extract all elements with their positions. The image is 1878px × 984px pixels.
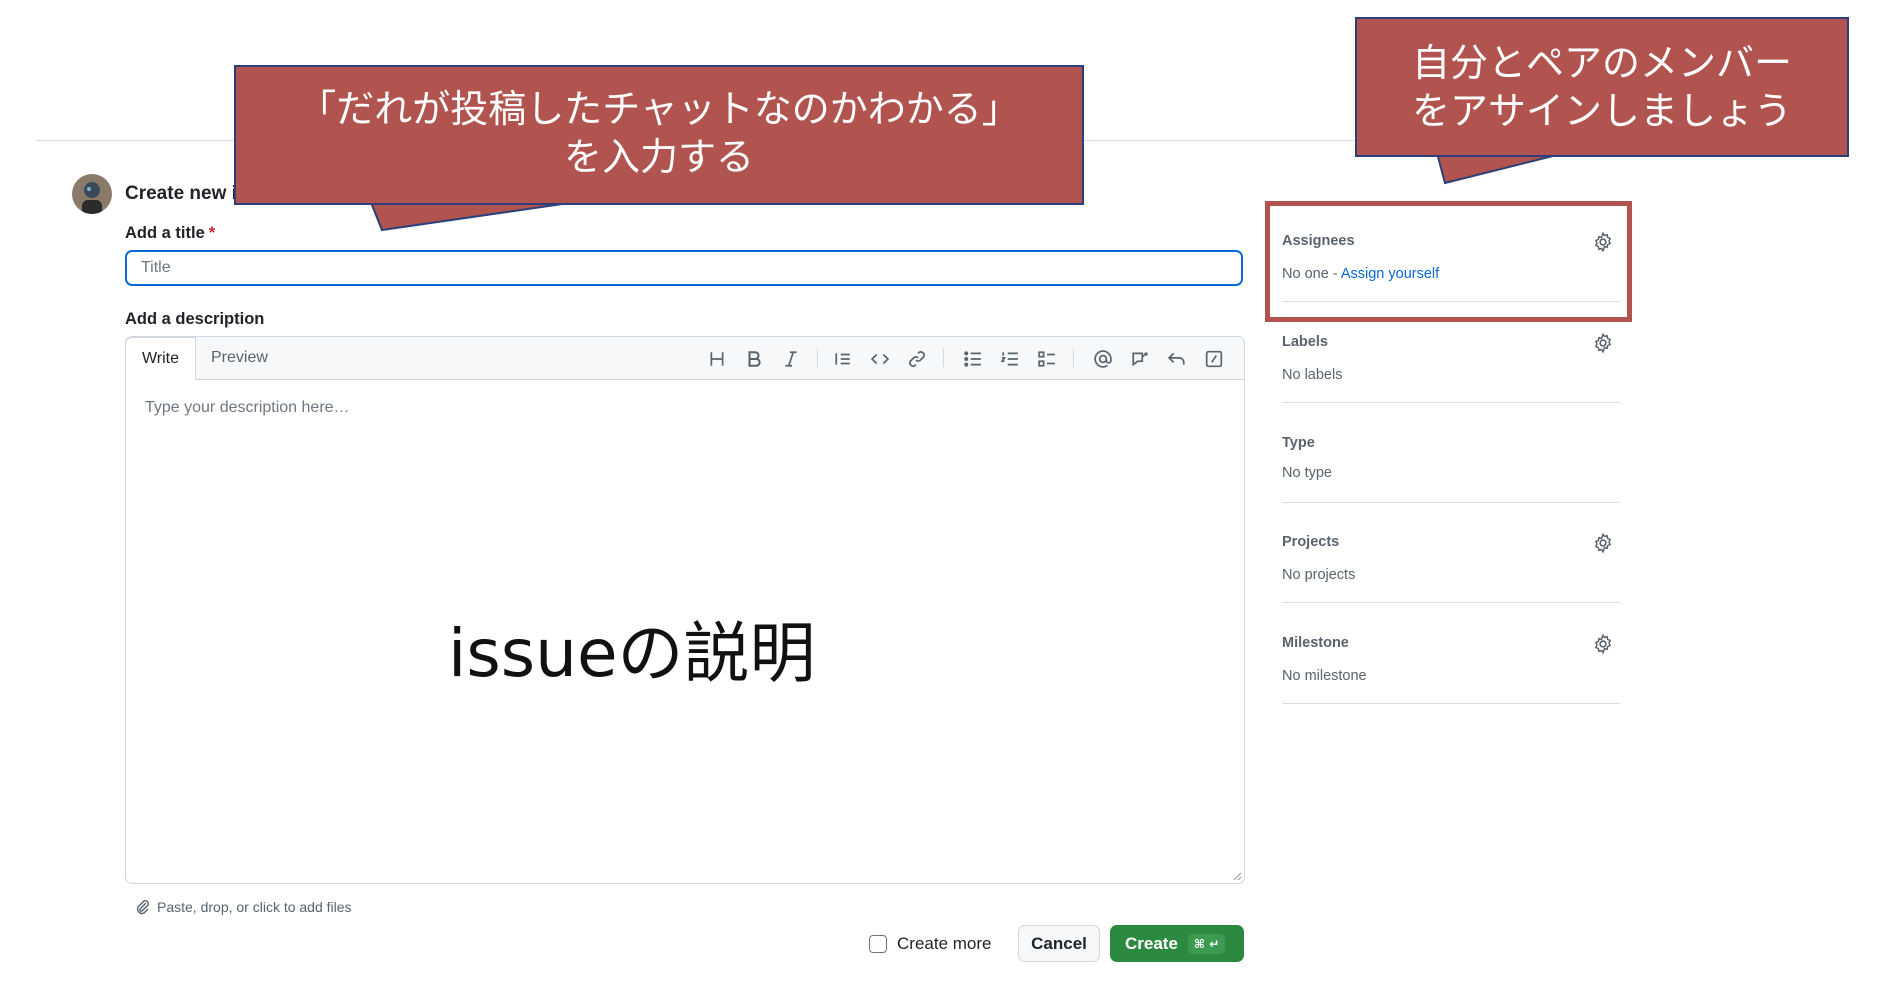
title-callout-line1: 「だれが投稿したチャットなのかわかる」 [298,87,1020,131]
title-callout: 「だれが投稿したチャットなのかわかる」 を入力する [234,65,1084,205]
title-callout-line2: を入力する [563,135,754,179]
assignees-highlight-box [1265,201,1632,322]
assignee-callout: 自分とペアのメンバー をアサインしましょう [1355,17,1849,157]
description-annotation: issueの説明 [448,615,816,692]
assignee-callout-line1: 自分とペアのメンバー [1411,41,1792,85]
assignee-callout-tail [1435,152,1566,185]
assignee-callout-line2: をアサインしましょう [1411,89,1792,133]
